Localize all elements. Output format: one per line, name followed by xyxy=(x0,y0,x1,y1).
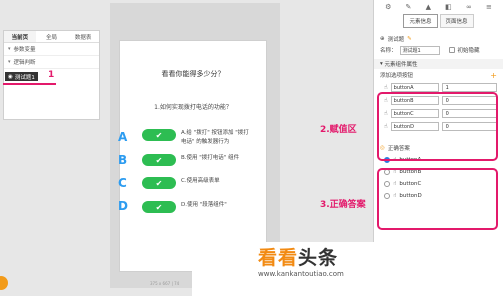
watermark-part2: 头条 xyxy=(298,247,339,269)
panel-toolbar: ⚙ ✎ ▲ ◧ ∞ ≡ xyxy=(374,0,503,13)
annotation-1: 1 xyxy=(48,70,55,80)
link-icon[interactable]: ∞ xyxy=(466,3,472,11)
annotation-assign: 2.赋值区 xyxy=(320,125,357,135)
orange-dot xyxy=(0,276,8,290)
tab-element-info[interactable]: 元素信息 xyxy=(403,14,438,28)
section-label: 逻辑判断 xyxy=(13,60,36,66)
component-header: ⊕ 测试题 ✎ xyxy=(374,34,503,44)
tab-global[interactable]: 全局 xyxy=(36,31,68,42)
props-section-header[interactable]: ▾ 元素组件属性 xyxy=(374,59,503,69)
hidden-label: 初始隐藏 xyxy=(457,48,480,54)
add-options-row: 添加选项按钮 + xyxy=(374,69,503,81)
component-title: 测试题 xyxy=(387,37,405,43)
panel-subtabs: 元素信息 页面信息 xyxy=(374,14,503,28)
option-text: C.使用高级表单 xyxy=(181,178,220,184)
highlight-assign-area xyxy=(377,92,498,161)
watermark-logo: 看看头条 xyxy=(258,243,338,270)
section-params[interactable]: ▾ 参数变量 xyxy=(4,43,99,56)
name-label: 名称： xyxy=(380,48,397,54)
highlight-underline xyxy=(3,83,56,85)
caret-icon: ▾ xyxy=(8,59,11,65)
annotation-letter-d: D xyxy=(118,199,128,213)
caret-icon: ▾ xyxy=(8,46,11,52)
check-icon: ✔ xyxy=(142,177,176,189)
quiz-title: 看看你能得多少分？ xyxy=(161,70,225,78)
eye-icon: ◉ xyxy=(8,73,13,80)
edit-icon[interactable]: ✎ xyxy=(407,36,412,42)
paint-icon[interactable]: ◧ xyxy=(445,3,452,11)
quiz-question: 1.如何实现拨打电话的功能？ xyxy=(154,104,232,111)
check-icon: ✔ xyxy=(142,154,176,166)
annotation-letter-c: C xyxy=(118,176,127,190)
annotation-letter-b: B xyxy=(118,153,128,167)
name-input[interactable]: 测试题1 xyxy=(399,45,440,55)
option-text: B.使用 "拨打电话" 组件 xyxy=(181,155,240,161)
phone-preview: 看看你能得多少分？ 1.如何实现拨打电话的功能？ ✔ A.给 "拨打" 按钮添加 … xyxy=(119,40,267,272)
check-icon: ✔ xyxy=(142,201,176,213)
plus-icon[interactable]: + xyxy=(490,71,497,80)
tab-data-table[interactable]: 数据表 xyxy=(67,31,99,42)
section-logic[interactable]: ▾ 逻辑判断 xyxy=(4,56,99,69)
check-icon: ✔ xyxy=(142,129,176,141)
layer-item-quiz[interactable]: ◉ 测试题1 xyxy=(5,72,38,81)
option-b[interactable]: ✔ B.使用 "拨打电话" 组件 xyxy=(142,154,253,174)
add-options-label: 添加选项按钮 xyxy=(380,73,414,79)
component-icon: ⊕ xyxy=(380,36,385,42)
hand-icon: ☝ xyxy=(384,84,388,91)
layers-tabs: 当前页 全局 数据表 xyxy=(4,31,99,43)
option-c[interactable]: ✔ C.使用高级表单 xyxy=(142,177,253,197)
layer-label: 测试题1 xyxy=(14,74,35,81)
option-text: D.使用 "段落组件" xyxy=(181,202,227,208)
annotation-letter-a: A xyxy=(118,130,128,144)
settings-icon[interactable]: ⚙ xyxy=(385,3,391,11)
triangle-icon[interactable]: ▲ xyxy=(426,3,431,11)
option-a[interactable]: ✔ A.给 "拨打" 按钮添加 "拨打电话" 的触发器行为 xyxy=(142,129,253,149)
canvas-size-readout: 375 x 667 | 74 xyxy=(150,281,180,286)
pencil-icon[interactable]: ✎ xyxy=(406,3,412,11)
option-name-field[interactable]: buttonA xyxy=(390,83,439,92)
highlight-answer-area xyxy=(377,168,498,230)
name-row: 名称： 测试题1 初始隐藏 xyxy=(374,44,503,56)
tab-page-info[interactable]: 页面信息 xyxy=(439,14,474,28)
option-value-field[interactable]: 1 xyxy=(441,83,497,92)
option-d[interactable]: ✔ D.使用 "段落组件" xyxy=(142,201,253,221)
hidden-checkbox[interactable] xyxy=(448,47,455,53)
watermark-url: www.kankantoutiao.com xyxy=(258,270,344,278)
tab-current-page[interactable]: 当前页 xyxy=(4,31,36,42)
watermark-part1: 看看 xyxy=(258,247,299,269)
props-header-label: 元素组件属性 xyxy=(384,62,418,68)
option-text: A.给 "拨打" 按钮添加 "拨打电话" 的触发器行为 xyxy=(181,130,249,145)
section-label: 参数变量 xyxy=(13,47,36,53)
watermark-bg xyxy=(192,242,503,296)
layers-icon[interactable]: ≡ xyxy=(486,3,492,11)
annotation-answer: 3.正确答案 xyxy=(320,200,366,210)
